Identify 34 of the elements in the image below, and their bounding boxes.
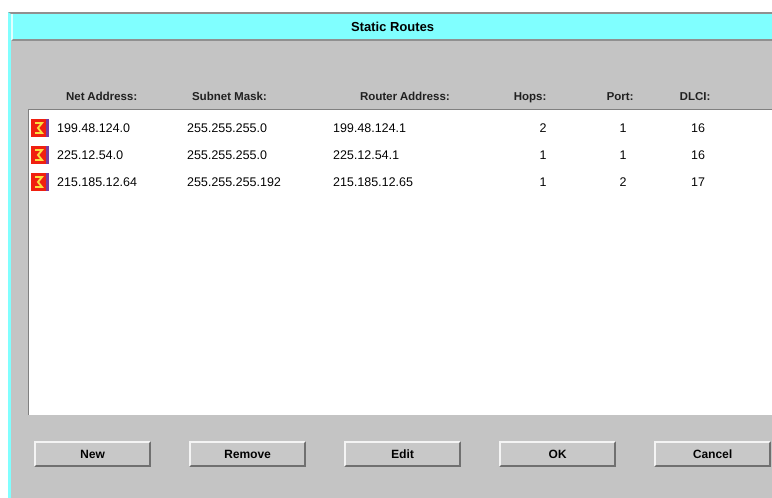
table-cell-text: 16	[690, 148, 706, 162]
table-cell-text: 255.255.255.192	[187, 174, 282, 188]
table-cell-text: 17	[690, 174, 706, 188]
column-header: Hops:	[512, 91, 548, 103]
dialog-button[interactable]: Edit	[344, 441, 461, 467]
table-cell-text: 199.48.124.1	[333, 120, 407, 134]
dialog-button[interactable]: Cancel	[654, 441, 771, 467]
table-cell-text: 215.185.12.65	[333, 174, 414, 188]
table-cell-text: 225.12.54.1	[333, 148, 400, 162]
window-title: Static Routes	[350, 19, 434, 34]
route-icon	[31, 172, 49, 190]
column-header: Port:	[606, 91, 634, 103]
table-cell-text: 1	[538, 148, 548, 162]
table-cell-text: 225.12.54.0	[57, 148, 124, 162]
table-cell-text: 199.48.124.0	[57, 120, 131, 134]
route-list[interactable]: 199.48.124.0 255.255.255.0 199.48.124.1 2 1 16 225.12.54.0 255.255.255.0 225.12.54.1 1 1 16 215.185.12.64 255.255.255.192 215.185.12.65 1 2 17	[28, 109, 772, 415]
route-icon	[31, 118, 49, 136]
table-cell-text: 2	[538, 120, 548, 134]
dialog-button[interactable]: Remove	[189, 441, 306, 467]
column-header: Router Address:	[359, 91, 451, 103]
column-header: Net Address:	[65, 91, 138, 103]
table-cell-text: 1	[618, 120, 628, 134]
dialog-button[interactable]: New	[34, 441, 151, 467]
table-cell-text: 16	[690, 120, 706, 134]
dialog-button[interactable]: OK	[499, 441, 616, 467]
table-cell-text: 1	[538, 174, 548, 188]
table-cell-text: 255.255.255.0	[187, 120, 268, 134]
table-cell-text: 255.255.255.0	[187, 148, 268, 162]
table-cell-text: 1	[618, 148, 628, 162]
column-header: DLCI:	[678, 91, 712, 103]
table-cell-text: 215.185.12.64	[57, 174, 138, 188]
table-cell-text: 2	[618, 174, 628, 188]
route-icon	[31, 146, 49, 164]
column-header: Subnet Mask:	[191, 91, 268, 103]
